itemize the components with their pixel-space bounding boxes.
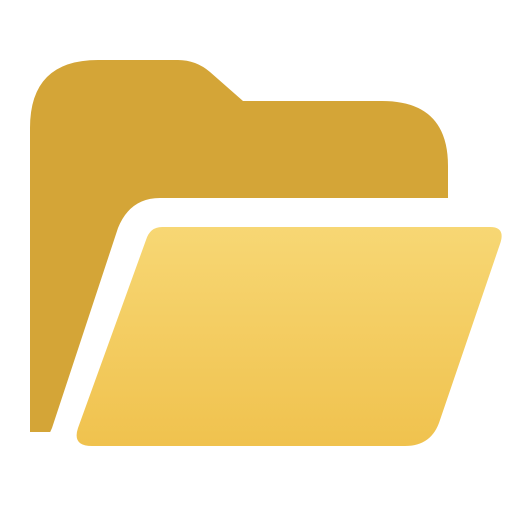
icon-canvas <box>0 0 512 512</box>
folder-front-panel <box>76 227 502 446</box>
open-folder-icon <box>30 60 512 452</box>
